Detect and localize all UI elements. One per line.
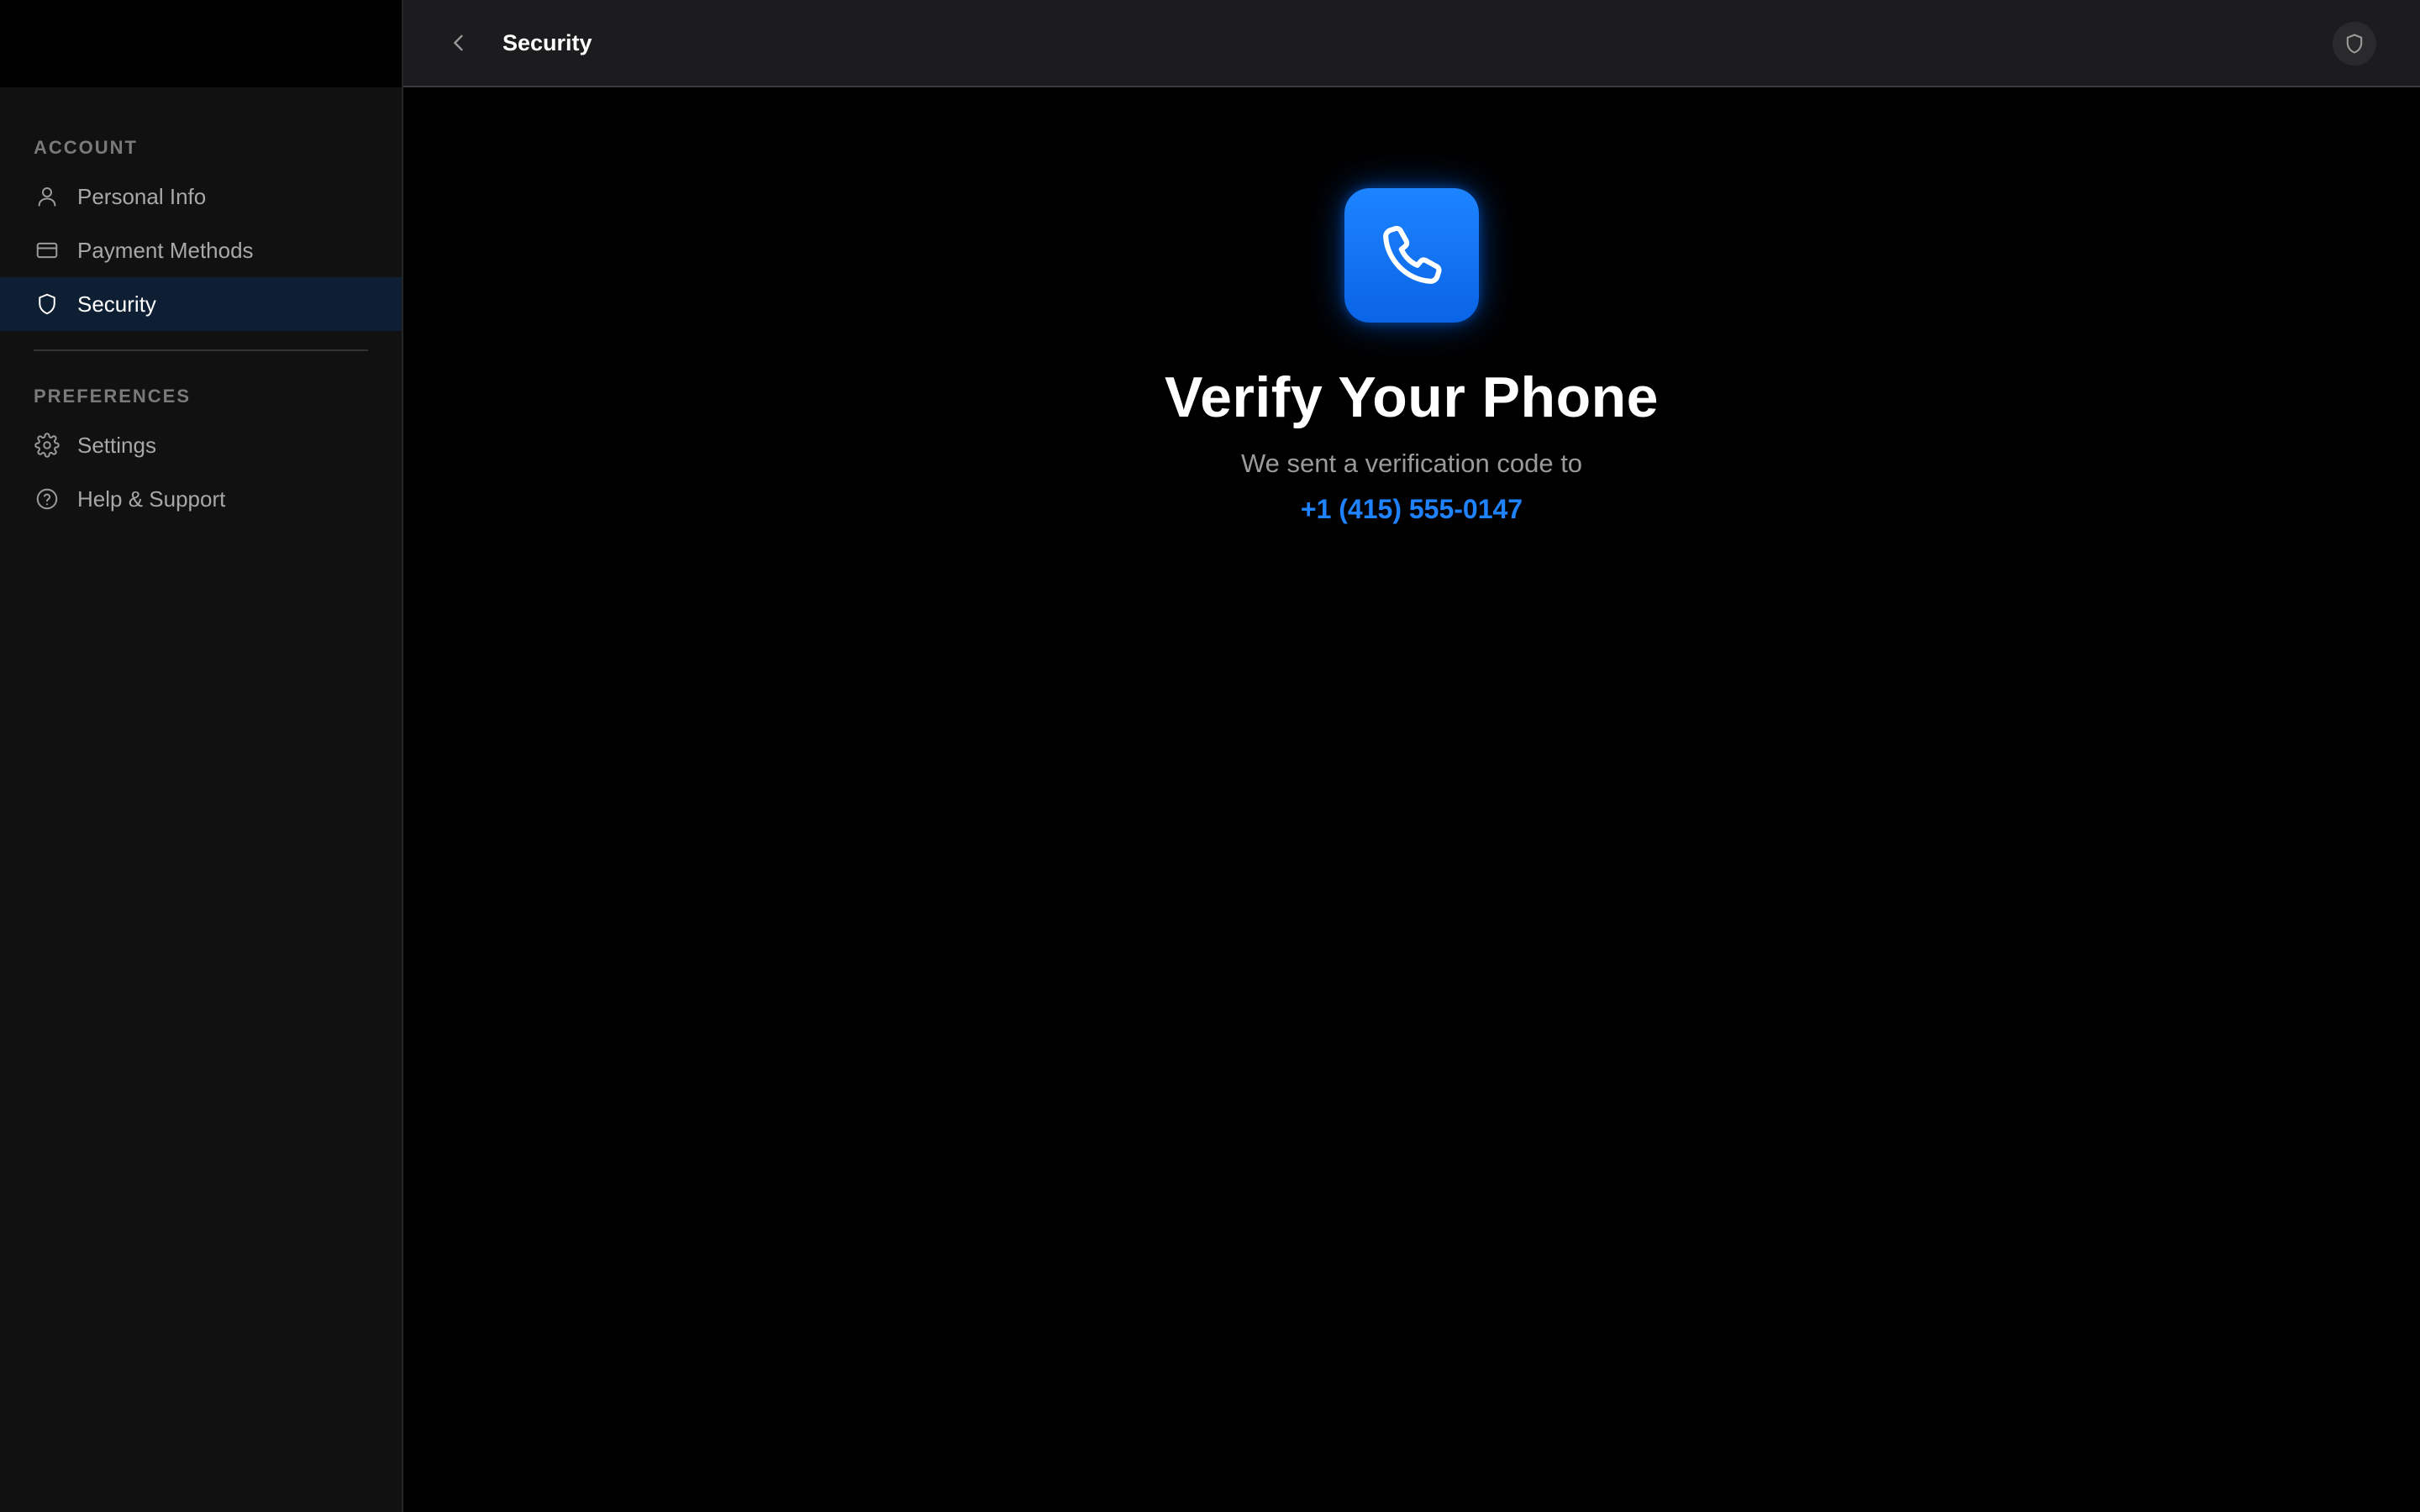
credit-card-icon xyxy=(34,237,60,264)
help-circle-icon xyxy=(34,486,60,512)
sidebar-item-settings[interactable]: Settings xyxy=(0,418,402,472)
sidebar-nav: ACCOUNT Personal Info Payment Methods Se… xyxy=(0,87,402,526)
section-label-account: ACCOUNT xyxy=(34,137,138,158)
app-window: ACCOUNT Personal Info Payment Methods Se… xyxy=(0,0,2420,1512)
sidebar-item-label: Security xyxy=(77,291,156,317)
sidebar-item-security[interactable]: Security xyxy=(0,277,402,331)
sidebar-item-personal-info[interactable]: Personal Info xyxy=(0,170,402,223)
gear-icon xyxy=(34,432,60,459)
header-bar: Security xyxy=(403,0,2420,87)
chevron-left-icon xyxy=(454,34,463,51)
section-label-preferences: PREFERENCES xyxy=(34,386,192,407)
sidebar-divider xyxy=(34,349,368,351)
shield-icon xyxy=(2346,34,2363,54)
shield-icon xyxy=(34,291,60,318)
sidebar-item-payment-methods[interactable]: Payment Methods xyxy=(0,223,402,277)
security-shield-button[interactable] xyxy=(2333,22,2376,66)
phone-icon-tile xyxy=(1344,188,1479,323)
sidebar-item-label: Settings xyxy=(77,432,156,458)
sidebar: ACCOUNT Personal Info Payment Methods Se… xyxy=(0,0,403,1512)
back-button[interactable] xyxy=(434,18,484,68)
sidebar-item-label: Help & Support xyxy=(77,486,226,512)
phone-number: +1 (415) 555-0147 xyxy=(1300,494,1523,524)
sidebar-top-area xyxy=(0,0,402,87)
main-panel: Security Verify Your Phone We sent a ver… xyxy=(403,0,2420,1512)
phone-icon xyxy=(1383,225,1442,284)
verify-title: Verify Your Phone xyxy=(1165,365,1659,429)
page-title: Security xyxy=(502,29,592,55)
sidebar-item-label: Payment Methods xyxy=(77,237,254,263)
sidebar-item-help-support[interactable]: Help & Support xyxy=(0,472,402,526)
sidebar-item-label: Personal Info xyxy=(77,183,207,209)
person-icon xyxy=(34,183,60,210)
verify-subtitle: We sent a verification code to xyxy=(1240,449,1583,478)
verify-phone-content: Verify Your Phone We sent a verification… xyxy=(403,87,2420,1512)
